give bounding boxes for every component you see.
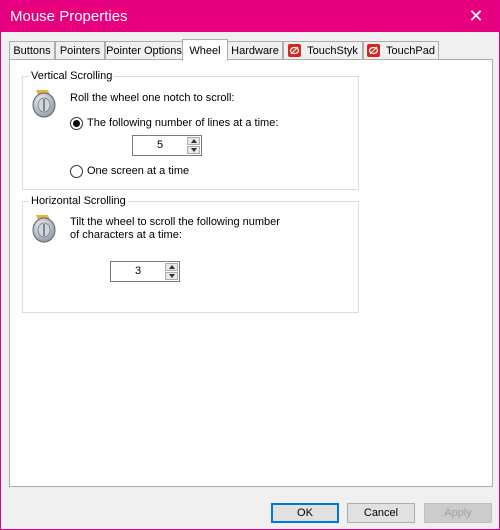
tab-buttons[interactable]: Buttons bbox=[9, 41, 55, 59]
tab-label: Pointer Options bbox=[106, 44, 182, 57]
vertical-scrolling-legend: Vertical Scrolling bbox=[29, 70, 115, 83]
lines-spin-buttons bbox=[187, 137, 200, 154]
chars-value[interactable]: 3 bbox=[111, 262, 165, 281]
close-button[interactable]: ✕ bbox=[453, 1, 499, 32]
title-bar[interactable]: Mouse Properties ✕ bbox=[1, 1, 499, 32]
tab-label: Buttons bbox=[13, 44, 51, 57]
lines-spinner[interactable]: 5 bbox=[132, 135, 202, 156]
vertical-scrolling-group: Vertical Scrolling Roll the wheel one no… bbox=[22, 70, 359, 190]
touchstyk-icon bbox=[288, 44, 302, 57]
one-screen-radio-label[interactable]: One screen at a time bbox=[87, 165, 189, 178]
chevron-up-icon bbox=[191, 139, 197, 143]
chars-down-button[interactable] bbox=[165, 272, 178, 280]
tab-label: TouchStyk bbox=[307, 44, 358, 57]
tab-label: Pointers bbox=[59, 44, 101, 57]
ok-button[interactable]: OK bbox=[271, 503, 339, 523]
tab-touchpad[interactable]: TouchPad bbox=[363, 41, 439, 59]
cancel-button[interactable]: Cancel bbox=[347, 503, 415, 523]
tab-label: Hardware bbox=[231, 44, 279, 57]
tab-pointers[interactable]: Pointers bbox=[55, 41, 105, 59]
mouse-properties-window: Mouse Properties ✕ Buttons Pointers Poin… bbox=[0, 0, 500, 530]
lines-radio[interactable] bbox=[70, 117, 83, 130]
tab-label: Wheel bbox=[189, 44, 221, 57]
horizontal-instruction-line2: of characters at a time: bbox=[70, 229, 182, 241]
lines-up-button[interactable] bbox=[187, 137, 200, 145]
tab-strip: Buttons Pointers Pointer Options Wheel H… bbox=[9, 39, 493, 61]
one-screen-radio[interactable] bbox=[70, 165, 83, 178]
horizontal-instruction-line1: Tilt the wheel to scroll the following n… bbox=[70, 216, 280, 228]
chars-spinner[interactable]: 3 bbox=[110, 261, 180, 282]
horizontal-scrolling-group: Horizontal Scrolling Tilt the wheel to s… bbox=[22, 195, 359, 313]
chars-up-button[interactable] bbox=[165, 263, 178, 271]
apply-button[interactable]: Apply bbox=[424, 503, 492, 523]
lines-down-button[interactable] bbox=[187, 146, 200, 154]
tab-label: TouchPad bbox=[386, 44, 435, 57]
vertical-instruction: Roll the wheel one notch to scroll: bbox=[70, 92, 235, 104]
window-title: Mouse Properties bbox=[10, 8, 128, 25]
chevron-down-icon bbox=[169, 274, 175, 278]
horizontal-scrolling-legend: Horizontal Scrolling bbox=[29, 195, 128, 208]
mouse-wheel-icon bbox=[32, 90, 56, 118]
tab-wheel[interactable]: Wheel bbox=[182, 39, 228, 61]
lines-value[interactable]: 5 bbox=[133, 136, 187, 155]
wheel-tab-panel: Vertical Scrolling Roll the wheel one no… bbox=[9, 59, 493, 487]
lines-radio-label[interactable]: The following number of lines at a time: bbox=[87, 117, 278, 130]
tab-touchstyk[interactable]: TouchStyk bbox=[283, 41, 363, 59]
chars-spin-buttons bbox=[165, 263, 178, 280]
close-icon: ✕ bbox=[468, 6, 484, 26]
chevron-up-icon bbox=[169, 265, 175, 269]
tab-pointer-options[interactable]: Pointer Options bbox=[105, 41, 183, 59]
touchpad-icon bbox=[367, 44, 381, 57]
chevron-down-icon bbox=[191, 148, 197, 152]
tab-hardware[interactable]: Hardware bbox=[227, 41, 283, 59]
mouse-tilt-icon bbox=[32, 215, 56, 243]
